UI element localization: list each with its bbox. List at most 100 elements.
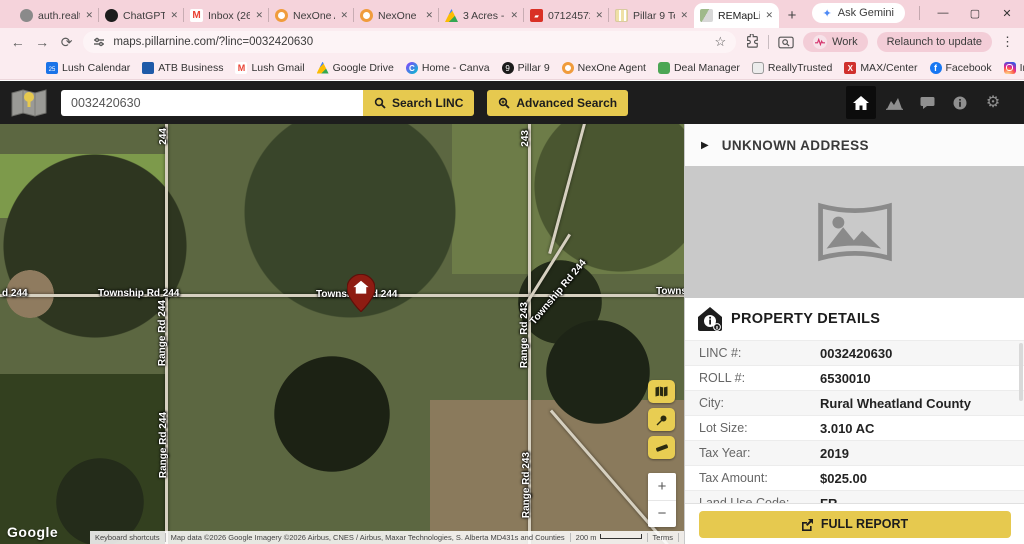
map-pin-tool-button[interactable] bbox=[648, 408, 675, 431]
settings-nav-button[interactable]: ⚙ bbox=[978, 86, 1008, 119]
keyboard-shortcuts-link[interactable]: Keyboard shortcuts bbox=[90, 533, 165, 542]
window-minimize-button[interactable]: — bbox=[934, 7, 952, 19]
zoom-in-button[interactable]: + bbox=[648, 473, 676, 501]
tab-close-icon[interactable]: ✕ bbox=[425, 10, 433, 21]
bookmark-nexone-agent[interactable]: NexOne Agent bbox=[562, 62, 646, 74]
satellite-map[interactable]: d 244 Township Rd 244 Township Rd 244 To… bbox=[0, 124, 684, 544]
search-linc-button[interactable]: Search LINC bbox=[363, 90, 474, 116]
panel-scrollbar[interactable] bbox=[1019, 343, 1023, 401]
reload-button[interactable]: ⟳ bbox=[59, 34, 74, 51]
ask-gemini-label: Ask Gemini bbox=[838, 7, 894, 19]
map-layers-icon bbox=[655, 386, 668, 397]
tab-close-icon[interactable]: ✕ bbox=[255, 10, 263, 21]
address-header[interactable]: ▶ UNKNOWN ADDRESS bbox=[685, 124, 1024, 166]
tab-search-icon[interactable] bbox=[778, 36, 794, 49]
bookmark-lush-gmail[interactable]: Lush Gmail bbox=[235, 62, 304, 74]
info-nav-button[interactable] bbox=[945, 86, 975, 119]
chat-nav-button[interactable] bbox=[912, 86, 942, 119]
tab-pillar9-tech[interactable]: Pillar 9 Tec...✕ bbox=[609, 3, 694, 28]
home-nav-button[interactable] bbox=[846, 86, 876, 119]
tab-list: auth.realto...✕ ChatGPT -✕ Inbox (26)✕ N… bbox=[14, 2, 805, 28]
nexone-icon bbox=[562, 62, 574, 74]
stats-nav-button[interactable] bbox=[879, 86, 909, 119]
search-plus-icon bbox=[498, 97, 510, 109]
advanced-search-button[interactable]: Advanced Search bbox=[487, 90, 628, 116]
bookmark-atb-business[interactable]: ATB Business bbox=[142, 62, 223, 74]
house-info-icon bbox=[697, 306, 723, 332]
tab-close-icon[interactable]: ✕ bbox=[680, 10, 688, 21]
site-info-icon[interactable] bbox=[93, 36, 105, 48]
road-label: 244 bbox=[158, 128, 169, 145]
browser-menu-icon[interactable]: ⋮ bbox=[1001, 34, 1014, 50]
tab-close-icon[interactable]: ✕ bbox=[340, 10, 348, 21]
table-row: LINC #:0032420630 bbox=[685, 341, 1024, 366]
zoom-out-button[interactable]: − bbox=[648, 501, 676, 528]
profile-chip[interactable]: Work bbox=[803, 32, 867, 52]
forward-button[interactable]: → bbox=[34, 34, 49, 50]
reallytrusted-icon bbox=[752, 62, 764, 74]
full-report-button[interactable]: FULL REPORT bbox=[699, 511, 1011, 538]
gmail-favicon-icon bbox=[190, 9, 203, 22]
pdf-favicon-icon bbox=[530, 9, 543, 22]
property-photo-placeholder bbox=[685, 166, 1024, 298]
bookmarks-bar: Lush Calendar ATB Business Lush Gmail Go… bbox=[0, 56, 1024, 80]
map-scale: 200 m bbox=[570, 533, 647, 542]
bookmark-lush-calendar[interactable]: Lush Calendar bbox=[46, 62, 130, 74]
ask-gemini-button[interactable]: ✦Ask Gemini bbox=[812, 3, 905, 23]
pillar9-icon bbox=[502, 62, 514, 74]
tab-close-icon[interactable]: ✕ bbox=[595, 10, 603, 21]
tab-remaplist-active[interactable]: REMapList...✕ bbox=[694, 3, 779, 28]
url-text[interactable]: maps.pillarnine.com/?linc=0032420630 bbox=[113, 36, 706, 48]
tab-chatgpt[interactable]: ChatGPT -✕ bbox=[99, 3, 184, 28]
tab-close-icon[interactable]: ✕ bbox=[510, 10, 518, 21]
terms-link[interactable]: Terms bbox=[647, 533, 678, 542]
relaunch-to-update-button[interactable]: Relaunch to update bbox=[877, 32, 992, 52]
map-layers-button[interactable] bbox=[648, 380, 675, 403]
home-icon bbox=[853, 96, 869, 110]
calendar-icon bbox=[46, 62, 58, 74]
tab-gmail-inbox[interactable]: Inbox (26)✕ bbox=[184, 3, 269, 28]
app-header: Search LINC Advanced Search ⚙ bbox=[0, 81, 1024, 124]
nexone-favicon-icon bbox=[360, 9, 373, 22]
tab-nexone-suite[interactable]: NexOne S...✕ bbox=[354, 3, 439, 28]
tab-close-icon[interactable]: ✕ bbox=[765, 10, 773, 21]
bookmark-pillar9[interactable]: Pillar 9 bbox=[502, 62, 550, 74]
address-text: UNKNOWN ADDRESS bbox=[722, 138, 869, 153]
bookmark-instagram[interactable]: Instagram bbox=[1004, 62, 1024, 74]
globe-favicon-icon bbox=[20, 9, 33, 22]
window-maximize-button[interactable]: ▢ bbox=[966, 7, 984, 20]
tab-3-acres[interactable]: 3 Acres - V...✕ bbox=[439, 3, 524, 28]
bookmark-max-center[interactable]: MAX/Center bbox=[844, 62, 917, 74]
deal-manager-icon bbox=[658, 62, 670, 74]
bookmark-deal-manager[interactable]: Deal Manager bbox=[658, 62, 740, 74]
back-button[interactable]: ← bbox=[10, 34, 25, 50]
tab-close-icon[interactable]: ✕ bbox=[85, 10, 93, 21]
window-close-button[interactable]: ✕ bbox=[998, 7, 1016, 20]
map-data-attribution: Map data ©2026 Google Imagery ©2026 Airb… bbox=[165, 533, 570, 542]
extensions-icon[interactable] bbox=[745, 34, 759, 51]
instagram-icon bbox=[1004, 62, 1016, 74]
tab-auth-realtor[interactable]: auth.realto...✕ bbox=[14, 3, 99, 28]
atb-icon bbox=[142, 62, 154, 74]
map-attribution-bar: Keyboard shortcuts Map data ©2026 Google… bbox=[90, 531, 684, 544]
tab-pdf-document[interactable]: 07124572...✕ bbox=[524, 3, 609, 28]
tab-nexone-agent[interactable]: NexOne A...✕ bbox=[269, 3, 354, 28]
divider bbox=[919, 6, 920, 20]
bookmark-facebook[interactable]: Facebook bbox=[930, 62, 992, 74]
bookmark-google-drive[interactable]: Google Drive bbox=[317, 62, 394, 74]
bookmark-reallytrusted[interactable]: ReallyTrusted bbox=[752, 62, 832, 74]
road-label: Township Rd 244 bbox=[98, 288, 180, 299]
chat-bubble-icon bbox=[920, 96, 935, 110]
panorama-image-icon bbox=[817, 201, 893, 263]
new-tab-button[interactable]: + bbox=[779, 2, 805, 28]
linc-search-input[interactable] bbox=[61, 90, 363, 116]
map-measure-button[interactable] bbox=[648, 436, 675, 459]
bookmark-star-icon[interactable]: ☆ bbox=[715, 34, 727, 50]
road-label: Range Rd 243 bbox=[519, 302, 530, 368]
profile-avatar bbox=[813, 35, 827, 49]
tab-close-icon[interactable]: ✕ bbox=[170, 10, 178, 21]
canva-icon bbox=[406, 62, 418, 74]
address-bar[interactable]: maps.pillarnine.com/?linc=0032420630 ☆ bbox=[83, 31, 736, 53]
property-marker-pin[interactable] bbox=[347, 274, 375, 312]
bookmark-home-canva[interactable]: Home - Canva bbox=[406, 62, 490, 74]
